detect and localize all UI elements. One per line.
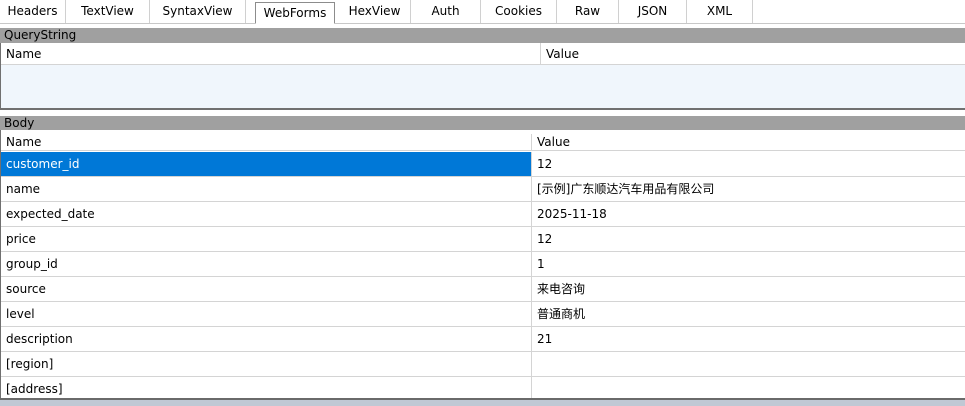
tab-headers[interactable]: Headers [0,0,66,23]
row-value [532,352,965,376]
body-grid[interactable]: Name Value customer_id 12 name [示例]广东顺达汽… [0,130,965,398]
querystring-column-value[interactable]: Value [541,43,965,65]
tab-syntaxview[interactable]: SyntaxView [150,0,246,23]
querystring-section-title: QueryString [0,28,965,43]
row-value: 12 [537,157,553,171]
table-row[interactable]: source 来电咨询 [1,277,965,302]
row-name: [address] [1,377,532,398]
row-value: 21 [537,332,553,346]
body-section-title: Body [0,116,965,130]
inspector-tab-strip: Headers TextView SyntaxView WebForms Hex… [0,0,965,24]
body-grid-header: Name Value [1,134,965,151]
table-row[interactable]: group_id 1 [1,252,965,277]
tab-cookies[interactable]: Cookies [481,0,557,23]
querystring-column-name[interactable]: Name [1,43,541,65]
row-name: level [1,302,532,326]
body-column-value[interactable]: Value [532,134,965,151]
row-value [532,377,965,398]
row-name: source [1,277,532,301]
row-name: group_id [1,252,532,276]
tab-auth[interactable]: Auth [411,0,481,23]
row-value: 普通商机 [537,307,586,321]
table-row[interactable]: [address] [1,377,965,398]
table-row[interactable]: expected_date 2025-11-18 [1,202,965,227]
table-row[interactable]: [region] [1,352,965,377]
tab-textview[interactable]: TextView [66,0,150,23]
table-row[interactable]: description 21 [1,327,965,352]
row-value: 12 [537,232,553,246]
row-name: price [1,227,532,251]
querystring-grid[interactable]: Name Value [0,43,965,110]
table-row[interactable]: level 普通商机 [1,302,965,327]
row-name: customer_id [1,152,532,176]
row-name: name [1,177,532,201]
tab-webforms[interactable]: WebForms [255,2,335,24]
table-row[interactable]: customer_id 12 [1,152,965,177]
row-value: 2025-11-18 [537,207,607,221]
row-value: 1 [537,257,545,271]
tab-raw[interactable]: Raw [557,0,619,23]
table-row[interactable]: name [示例]广东顺达汽车用品有限公司 [1,177,965,202]
row-value: [示例]广东顺达汽车用品有限公司 [537,182,715,196]
body-column-name[interactable]: Name [1,134,532,151]
tab-hexview[interactable]: HexView [339,0,411,23]
table-row[interactable]: price 12 [1,227,965,252]
bottom-splitter[interactable] [0,398,965,406]
row-name: [region] [1,352,532,376]
row-name: expected_date [1,202,532,226]
querystring-grid-header: Name Value [1,43,965,65]
tab-json[interactable]: JSON [619,0,687,23]
row-value: 来电咨询 [537,282,586,296]
tab-xml[interactable]: XML [687,0,753,23]
row-name: description [1,327,532,351]
